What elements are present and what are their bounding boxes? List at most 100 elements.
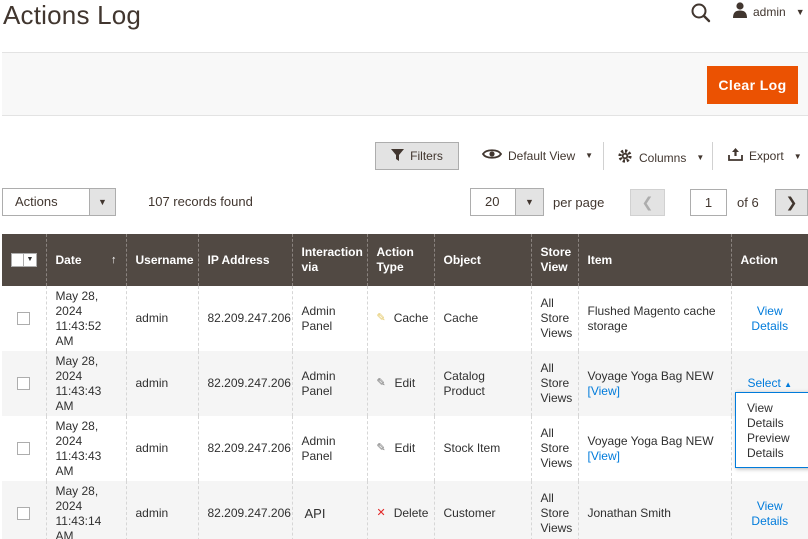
- row-checkbox[interactable]: [17, 442, 30, 455]
- cell-action-type: ✎ Edit: [366, 416, 434, 481]
- cell-object: Stock Item: [433, 416, 531, 481]
- view-details-link[interactable]: View Details: [751, 499, 788, 528]
- cell-date: May 28, 2024 11:43:43 AM: [45, 416, 126, 481]
- per-page-value: 20: [485, 194, 500, 209]
- chevron-down-icon: ▼: [585, 151, 594, 160]
- column-header-interaction-via[interactable]: Interaction via: [291, 234, 367, 286]
- column-header-item[interactable]: Item: [577, 234, 731, 286]
- default-view-dropdown[interactable]: Default View ▼: [481, 148, 594, 163]
- cell-action-type: ✎ Edit: [366, 351, 434, 416]
- chevron-down-icon[interactable]: ▼: [89, 189, 115, 215]
- row-checkbox[interactable]: [17, 507, 30, 520]
- cell-item: Jonathan Smith: [577, 481, 731, 539]
- column-header-ip-address[interactable]: IP Address: [197, 234, 292, 286]
- cell-date: May 28, 2024 11:43:52 AM: [45, 286, 126, 351]
- toolbar-divider: [712, 142, 713, 170]
- filters-label: Filters: [410, 149, 443, 163]
- cell-via: Admin Panel: [291, 416, 367, 481]
- dropdown-item-preview-details[interactable]: Preview Details: [747, 431, 807, 461]
- per-page-select[interactable]: 20 ▼: [470, 188, 544, 216]
- triangle-up-icon: ▲: [784, 379, 793, 389]
- cell-store-view: All Store Views: [530, 481, 578, 539]
- column-header-action-type[interactable]: Action Type: [366, 234, 434, 286]
- cell-via: Admin Panel: [291, 351, 367, 416]
- cell-object: Cache: [433, 286, 531, 351]
- chevron-down-icon: ▼: [696, 153, 705, 162]
- cell-via: Admin Panel: [291, 286, 367, 351]
- cell-store-view: All Store Views: [530, 416, 578, 481]
- user-icon: [733, 2, 747, 21]
- cell-ip: 82.209.247.206: [197, 481, 292, 539]
- view-details-link[interactable]: View Details: [751, 304, 788, 333]
- chevron-left-icon: ❮: [641, 194, 654, 210]
- filter-icon: [391, 148, 405, 164]
- search-icon[interactable]: [690, 2, 712, 24]
- chevron-down-icon: ▼: [26, 256, 34, 263]
- table-row: May 28, 2024 11:43:43 AM admin 82.209.24…: [2, 351, 808, 416]
- column-header-date[interactable]: Date ↑: [45, 234, 126, 286]
- mass-select-checkbox[interactable]: ▼: [11, 253, 37, 267]
- mass-actions-label: Actions: [15, 194, 58, 209]
- cell-ip: 82.209.247.206: [197, 351, 292, 416]
- per-page-label: per page: [553, 195, 605, 210]
- page-title: Actions Log: [3, 0, 142, 30]
- chevron-down-icon: ▼: [795, 6, 805, 17]
- export-dropdown[interactable]: Export ▼: [728, 148, 802, 164]
- user-menu[interactable]: admin ▼: [733, 2, 805, 21]
- select-actions-link[interactable]: Select ▲: [747, 376, 792, 390]
- cell-action-type: ✎ Cache: [366, 286, 434, 351]
- x-icon: ✕: [376, 507, 386, 519]
- chevron-down-icon[interactable]: ▼: [515, 189, 543, 215]
- cell-username: admin: [125, 481, 198, 539]
- item-view-link[interactable]: [View]: [588, 384, 722, 399]
- toolbar-divider: [603, 142, 604, 170]
- page-number-input[interactable]: 1: [690, 189, 727, 216]
- previous-page-button[interactable]: ❮: [630, 189, 665, 216]
- cell-username: admin: [125, 351, 198, 416]
- table-row: May 28, 2024 11:43:14 AM admin 82.209.24…: [2, 481, 808, 539]
- chevron-right-icon: ❯: [785, 194, 798, 210]
- next-page-button[interactable]: ❯: [775, 189, 808, 216]
- row-checkbox[interactable]: [17, 377, 30, 390]
- cell-via: API: [291, 481, 367, 539]
- pencil-icon: ✎: [376, 377, 386, 389]
- sort-arrow-icon: ↑: [111, 253, 117, 266]
- column-header-action: Action: [730, 234, 808, 286]
- export-label: Export: [749, 149, 784, 163]
- cell-store-view: All Store Views: [530, 351, 578, 416]
- export-icon: [728, 148, 743, 164]
- gear-icon: [617, 148, 633, 167]
- cell-action-type: ✕ Delete: [366, 481, 434, 539]
- mass-actions-select[interactable]: Actions ▼: [2, 188, 116, 216]
- clear-log-button[interactable]: Clear Log: [707, 66, 798, 104]
- item-view-link[interactable]: [View]: [588, 449, 722, 464]
- cell-ip: 82.209.247.206: [197, 286, 292, 351]
- cell-item: Flushed Magento cache storage: [577, 286, 731, 351]
- row-action-dropdown: View Details Preview Details: [735, 392, 808, 468]
- mass-select-header[interactable]: ▼: [2, 234, 46, 286]
- cell-object: Customer: [433, 481, 531, 539]
- table-row: May 28, 2024 11:43:43 AM admin 82.209.24…: [2, 416, 808, 481]
- grid-header-row: ▼ Date ↑ Username IP Address Interaction …: [2, 234, 808, 286]
- actions-log-grid: ▼ Date ↑ Username IP Address Interaction …: [2, 234, 808, 539]
- broom-icon: ✎: [376, 312, 386, 324]
- column-header-object[interactable]: Object: [433, 234, 531, 286]
- default-view-label: Default View: [508, 148, 576, 163]
- table-row: May 28, 2024 11:43:52 AM admin 82.209.24…: [2, 286, 808, 351]
- records-count: 107 records found: [148, 194, 253, 209]
- columns-dropdown[interactable]: Columns ▼: [617, 148, 704, 167]
- page-actions-bar: [2, 52, 808, 116]
- cell-ip: 82.209.247.206: [197, 416, 292, 481]
- pencil-icon: ✎: [376, 442, 386, 454]
- cell-item: Voyage Yoga Bag NEW [View]: [577, 416, 731, 481]
- username-label: admin: [753, 4, 786, 19]
- row-checkbox[interactable]: [17, 312, 30, 325]
- filters-button[interactable]: Filters: [375, 142, 459, 170]
- eye-icon: [481, 148, 503, 163]
- dropdown-item-view-details[interactable]: View Details: [747, 401, 808, 431]
- cell-object: Catalog Product: [433, 351, 531, 416]
- cell-username: admin: [125, 286, 198, 351]
- chevron-down-icon: ▼: [793, 151, 802, 161]
- column-header-username[interactable]: Username: [125, 234, 198, 286]
- column-header-store-view[interactable]: Store View: [530, 234, 578, 286]
